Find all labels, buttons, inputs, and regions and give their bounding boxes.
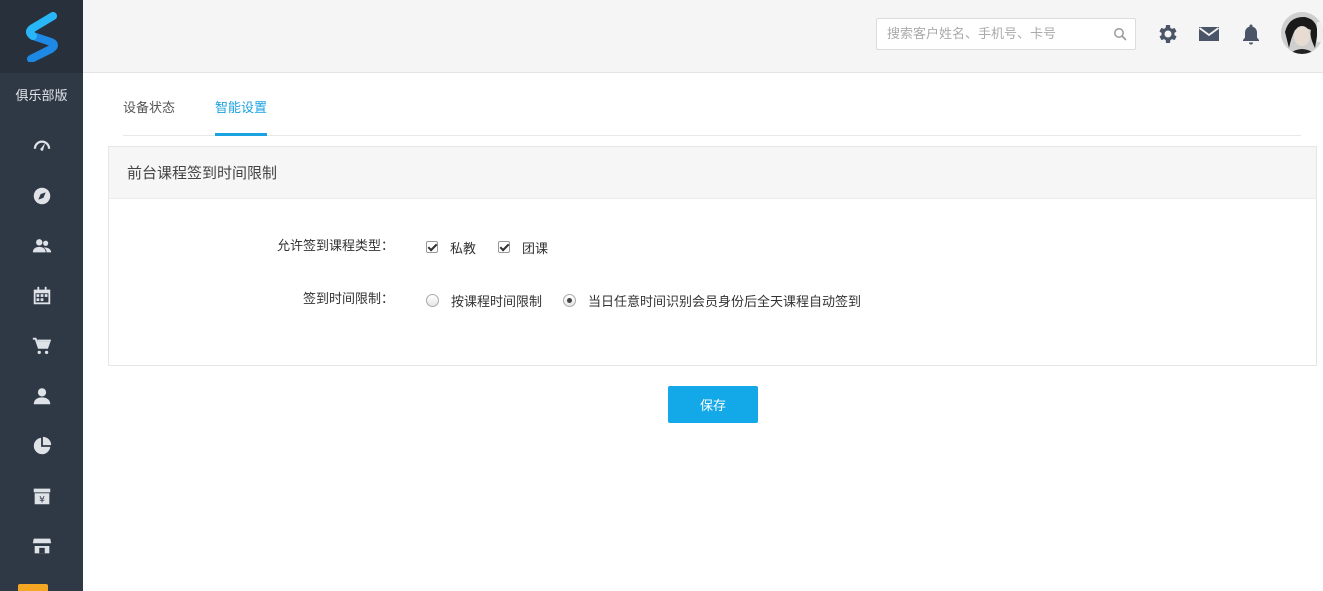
panel-title: 前台课程签到时间限制 <box>109 147 1316 199</box>
sidebar-item-compass[interactable] <box>0 171 83 221</box>
option-all-day-auto[interactable]: 当日任意时间识别会员身份后全天课程自动签到 <box>563 290 861 310</box>
private-course-label: 私教 <box>450 241 477 257</box>
private-course-checkbox[interactable] <box>426 241 438 253</box>
course-type-label: 允许签到课程类型： <box>276 239 394 254</box>
course-type-row: 允许签到课程类型： 私教 团课 <box>109 237 1316 257</box>
sidebar-item-members[interactable] <box>0 221 83 271</box>
group-course-checkbox[interactable] <box>498 241 510 253</box>
time-limit-row: 签到时间限制： 按课程时间限制 当日任意时间识别会员身份后全天课程自动签到 <box>109 290 1316 310</box>
settings-gear-icon[interactable] <box>1155 22 1179 46</box>
tab-smart-settings[interactable]: 智能设置 <box>215 90 268 136</box>
store-icon <box>32 538 51 554</box>
sidebar-item-calendar[interactable] <box>0 271 83 321</box>
option-by-course-time[interactable]: 按课程时间限制 <box>426 290 542 310</box>
search-input[interactable] <box>877 19 1107 49</box>
user-icon <box>33 388 50 405</box>
option-private-course[interactable]: 私教 <box>426 237 476 257</box>
sidebar-item-user[interactable] <box>0 371 83 421</box>
compass-icon <box>33 187 50 205</box>
bell-icon[interactable] <box>1239 22 1263 46</box>
save-button[interactable]: 保存 <box>668 386 758 423</box>
sidebar-item-partial[interactable] <box>18 584 48 591</box>
calendar-icon <box>33 286 50 305</box>
sidebar-item-store[interactable] <box>0 521 83 571</box>
finance-yen-icon: ¥ <box>33 488 50 505</box>
all-day-auto-radio[interactable] <box>563 293 576 307</box>
avatar[interactable] <box>1281 12 1323 54</box>
sidebar-item-finance[interactable]: ¥ <box>0 471 83 521</box>
logo-s-icon <box>25 11 58 62</box>
group-course-label: 团课 <box>522 241 549 257</box>
sidebar: 俱乐部版 ¥ <box>0 0 83 591</box>
all-day-auto-label: 当日任意时间识别会员身份后全天课程自动签到 <box>588 294 862 310</box>
sidebar-item-dashboard[interactable] <box>0 121 83 171</box>
sidebar-nav: ¥ <box>0 121 83 571</box>
time-limit-label: 签到时间限制： <box>302 292 394 307</box>
avatar-photo-icon <box>1281 12 1323 54</box>
mail-icon[interactable] <box>1197 22 1221 46</box>
search-icon[interactable] <box>1113 27 1127 41</box>
tab-bar: 设备状态 智能设置 <box>123 90 1301 136</box>
members-icon <box>32 239 51 253</box>
top-header <box>83 0 1323 73</box>
pie-chart-icon <box>33 436 51 455</box>
by-course-time-label: 按课程时间限制 <box>451 294 543 310</box>
logo[interactable] <box>0 0 83 73</box>
by-course-time-radio[interactable] <box>426 293 439 307</box>
brand-label: 俱乐部版 <box>15 89 68 104</box>
svg-text:¥: ¥ <box>39 494 45 505</box>
checkin-settings-panel: 前台课程签到时间限制 允许签到课程类型： 私教 团课 签到时间限制： 按课程时间… <box>108 146 1317 366</box>
option-group-course[interactable]: 团课 <box>498 237 548 257</box>
search-box <box>876 18 1136 50</box>
sidebar-item-reports[interactable] <box>0 421 83 471</box>
cart-icon <box>32 337 51 355</box>
dashboard-gauge-icon <box>33 140 50 151</box>
sidebar-item-cart[interactable] <box>0 321 83 371</box>
tab-device-status[interactable]: 设备状态 <box>123 90 175 135</box>
